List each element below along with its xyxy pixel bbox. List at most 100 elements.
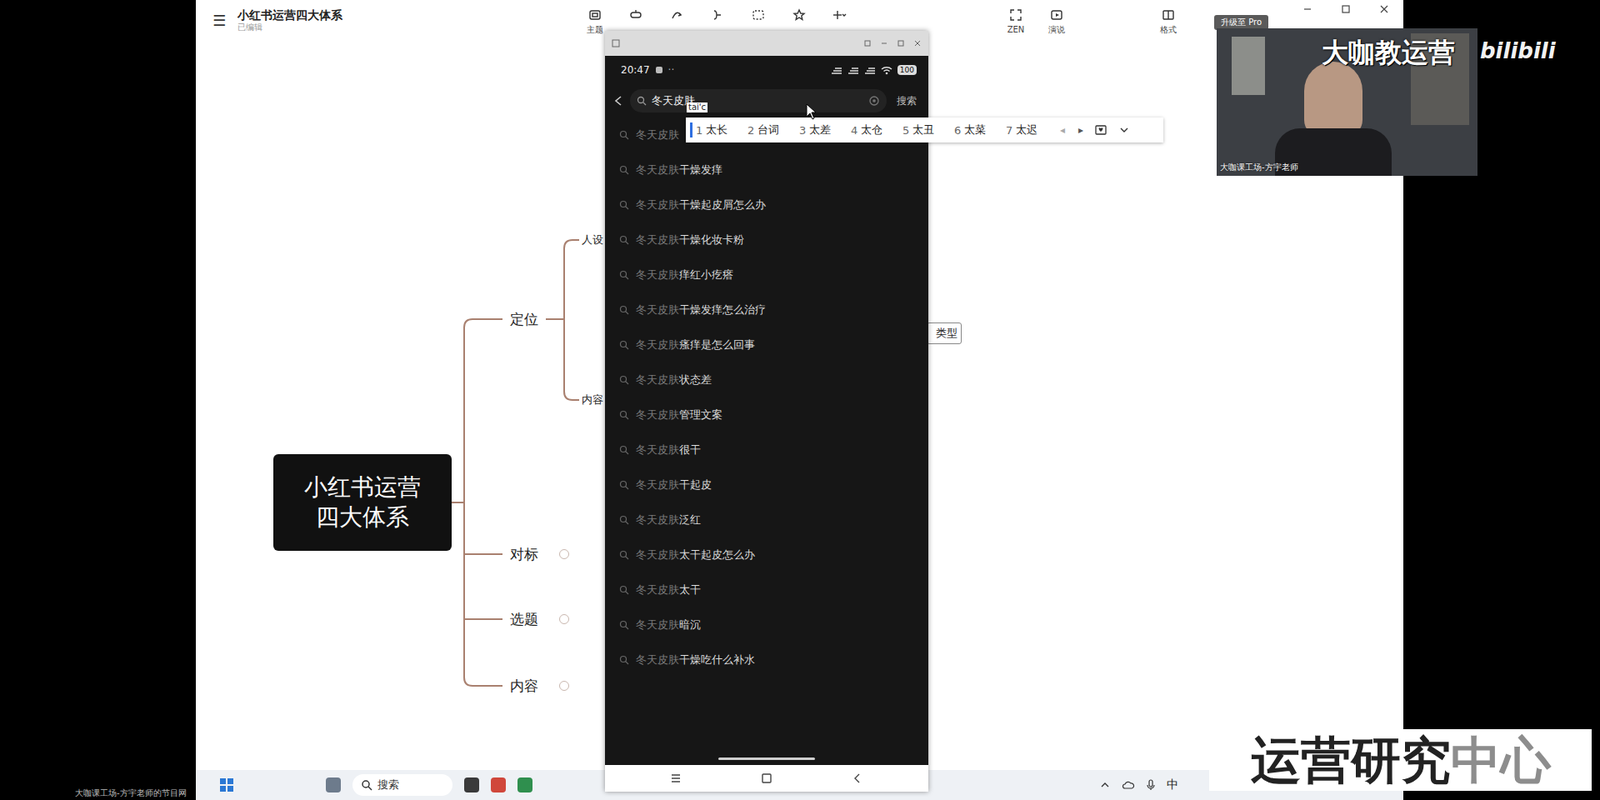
ime-candidate[interactable]: 2台词 xyxy=(741,122,794,138)
suggestion-suffix: 太干起皮怎么办 xyxy=(679,548,755,561)
branch-node[interactable]: 内容 xyxy=(510,675,539,696)
cloud-icon[interactable] xyxy=(1121,780,1135,790)
search-icon xyxy=(636,95,647,106)
suggestion-row[interactable]: 冬天皮肤状态差 xyxy=(605,362,929,398)
suggestion-text: 冬天皮肤泛红 xyxy=(635,512,701,528)
suggestion-suffix: 干燥吃什么补水 xyxy=(679,653,755,666)
child-node[interactable]: 人设 xyxy=(581,230,604,250)
suggestion-row[interactable]: 冬天皮肤暗沉 xyxy=(605,607,929,643)
webcam-window xyxy=(1231,36,1265,95)
ime-candidate-bar: 1太长2台词3太差4太仓5太丑6太菜7太迟◂▸ xyxy=(685,117,1164,143)
back-icon[interactable] xyxy=(851,772,864,785)
toolbar-button[interactable]: ZEN xyxy=(999,0,1033,35)
minimize-icon[interactable] xyxy=(880,39,889,48)
search-button[interactable]: 搜索 xyxy=(893,94,920,109)
suggestion-row[interactable]: 冬天皮肤很干 xyxy=(605,432,929,468)
ime-candidate[interactable]: 4太仓 xyxy=(845,122,897,138)
chevron-up-icon[interactable] xyxy=(1100,780,1110,790)
app-icon[interactable] xyxy=(464,777,480,793)
toolbar-button[interactable]: 演说 xyxy=(1040,0,1074,35)
toolbar-button[interactable] xyxy=(660,0,694,22)
prev-page-button[interactable]: ◂ xyxy=(1053,124,1072,136)
suggestion-row[interactable]: 冬天皮肤痒红小疙瘩 xyxy=(605,257,929,293)
root-line: 小红书运营 xyxy=(304,472,421,503)
suggestion-row[interactable]: 冬天皮肤干燥吃什么补水 xyxy=(605,642,929,678)
candidate-word: 太迟 xyxy=(1015,122,1038,138)
start-icon[interactable] xyxy=(219,777,235,793)
suggestion-prefix: 冬天皮肤 xyxy=(635,513,680,526)
suggestion-prefix: 冬天皮肤 xyxy=(635,303,680,316)
branch-node[interactable]: 定位 xyxy=(510,309,539,330)
app-icon[interactable] xyxy=(490,777,506,793)
back-icon[interactable] xyxy=(613,95,624,107)
toolbar-button[interactable]: 格式 xyxy=(1151,0,1185,35)
root-node[interactable]: 小红书运营四大体系 xyxy=(273,454,452,551)
next-page-button[interactable]: ▸ xyxy=(1071,124,1090,136)
microphone-icon[interactable] xyxy=(1146,779,1155,791)
window-control[interactable] xyxy=(1365,0,1404,19)
toolbar-button[interactable] xyxy=(741,0,775,22)
suggestion-row[interactable]: 冬天皮肤干燥化妆卡粉 xyxy=(605,222,929,258)
suggestion-row[interactable]: 冬天皮肤太干起皮怎么办 xyxy=(605,537,929,573)
input-method[interactable]: 中 xyxy=(1166,777,1179,793)
maximize-icon[interactable] xyxy=(896,39,905,48)
footer-caption: 大咖课工场-方宇老师的节目网 xyxy=(75,788,187,799)
collapse-toggle[interactable] xyxy=(559,549,570,560)
menu-icon[interactable]: ☰ xyxy=(212,11,226,30)
window-control[interactable] xyxy=(1288,0,1327,19)
home-icon[interactable] xyxy=(760,772,773,785)
title-stack: 小红书运营四大体系已编辑 xyxy=(237,8,343,33)
window-control[interactable] xyxy=(1326,0,1365,19)
signal-icon xyxy=(847,65,860,75)
app-icon[interactable] xyxy=(325,777,341,793)
toolbar-button[interactable] xyxy=(823,0,857,22)
suggestion-row[interactable]: 冬天皮肤管理文案 xyxy=(605,397,929,433)
candidate-word: 太仓 xyxy=(860,122,883,138)
toolbar-button[interactable] xyxy=(782,0,816,22)
taskbar-search[interactable]: 搜索 xyxy=(352,774,453,796)
ime-candidate[interactable]: 5太丑 xyxy=(896,122,949,138)
branch-node[interactable]: 对标 xyxy=(510,544,539,565)
collapse-toggle[interactable] xyxy=(559,680,570,691)
phone-window-bar xyxy=(605,30,929,56)
toolbar-button[interactable] xyxy=(619,0,653,22)
ime-candidate[interactable]: 1太长 xyxy=(690,122,742,138)
suggestion-row[interactable]: 冬天皮肤太干 xyxy=(605,572,929,608)
search-field[interactable]: 冬天皮肤 xyxy=(630,89,887,113)
toolbar-button[interactable]: 主题 xyxy=(578,0,612,35)
child-node[interactable]: 内容 xyxy=(581,390,604,410)
toolbar-label: ZEN xyxy=(1007,24,1025,35)
suggestion-row[interactable]: 冬天皮肤干燥起皮屑怎么办 xyxy=(605,187,929,223)
suggestion-row[interactable]: 冬天皮肤干燥发痒怎么治疗 xyxy=(605,292,929,328)
suggestion-text: 冬天皮肤 xyxy=(635,127,680,143)
mouse-pointer-icon xyxy=(805,103,818,120)
suggestion-suffix: 瘙痒是怎么回事 xyxy=(679,338,755,351)
favorites-icon[interactable] xyxy=(1095,124,1109,136)
wifi-icon xyxy=(880,65,893,75)
suggestion-row[interactable]: 冬天皮肤干起皮 xyxy=(605,467,929,503)
suggestion-text: 冬天皮肤状态差 xyxy=(635,372,712,388)
scan-icon[interactable] xyxy=(868,95,880,107)
expand-icon[interactable] xyxy=(1118,124,1130,136)
search-row: 冬天皮肤搜索 xyxy=(605,84,929,118)
ime-candidate[interactable]: 6太菜 xyxy=(948,122,1000,138)
search-icon xyxy=(619,165,630,175)
app-icon[interactable] xyxy=(517,777,533,793)
ime-candidate[interactable]: 3太差 xyxy=(793,122,845,138)
signal-icon xyxy=(864,65,876,75)
notification-icon xyxy=(655,65,664,75)
menu-icon[interactable] xyxy=(670,772,682,785)
suggestion-row[interactable]: 冬天皮肤泛红 xyxy=(605,502,929,538)
pin-icon[interactable] xyxy=(863,39,872,48)
toolbar-button[interactable] xyxy=(700,0,735,22)
suggestion-row[interactable]: 冬天皮肤干燥发痒 xyxy=(605,152,929,188)
webcam-caption: 大咖课工场-方宇老师 xyxy=(1220,161,1299,174)
topic-tag[interactable]: 类型 xyxy=(926,322,962,345)
close-icon[interactable] xyxy=(913,39,922,48)
ime-candidate[interactable]: 7太迟 xyxy=(1000,122,1052,138)
collapse-toggle[interactable] xyxy=(559,614,570,625)
branch-node[interactable]: 选题 xyxy=(510,609,539,630)
candidate-index: 1 xyxy=(695,124,703,137)
format-icon xyxy=(1161,8,1175,22)
suggestion-row[interactable]: 冬天皮肤瘙痒是怎么回事 xyxy=(605,327,929,363)
